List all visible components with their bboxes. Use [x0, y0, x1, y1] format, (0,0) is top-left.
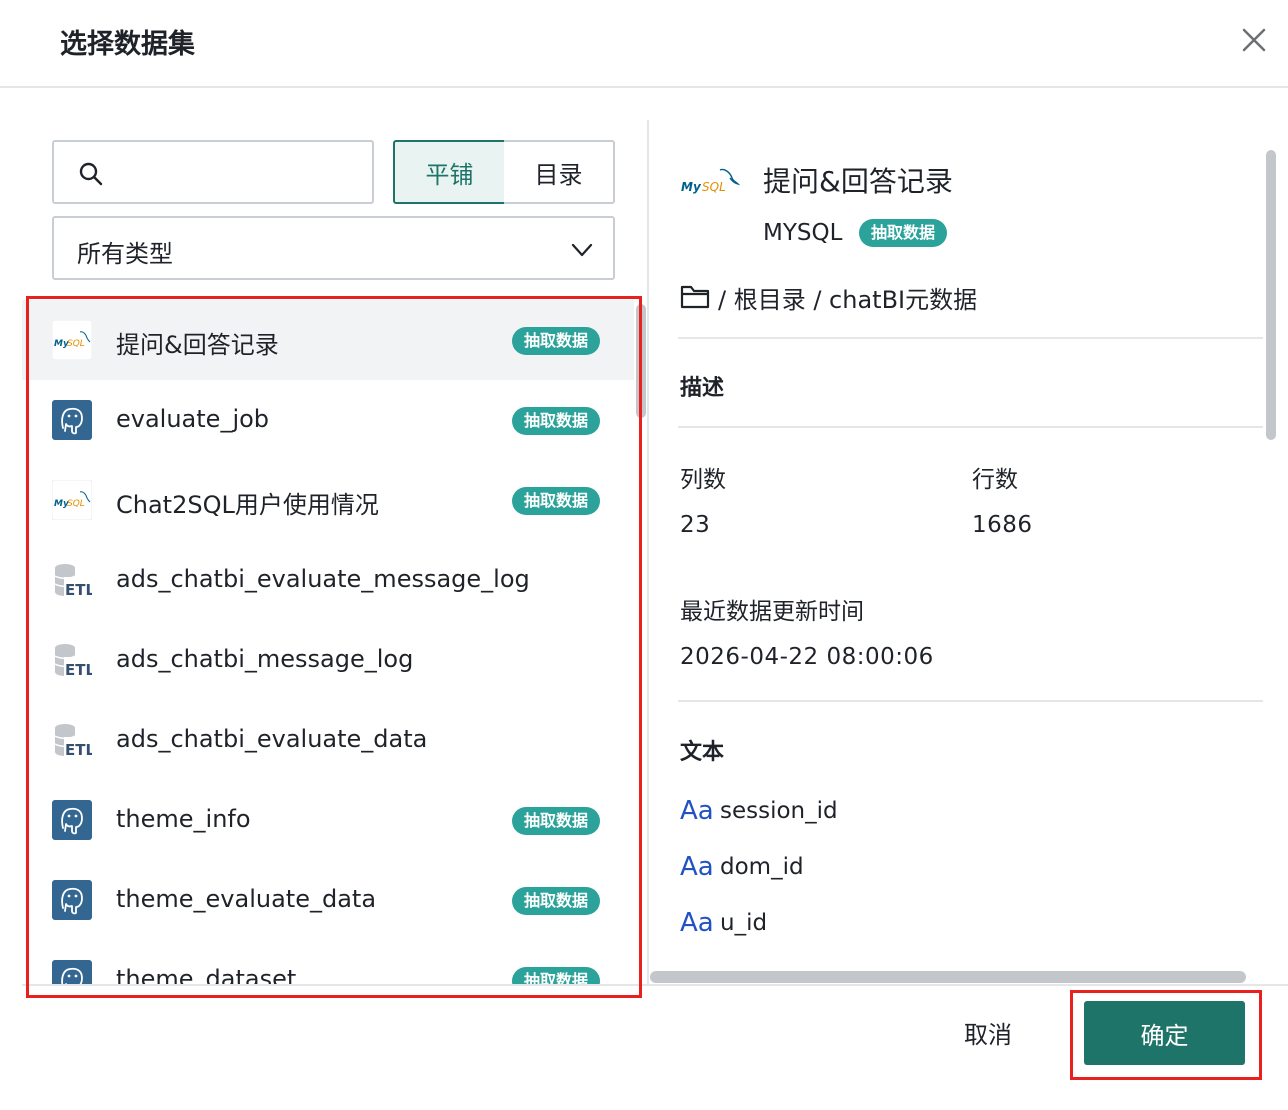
dataset-name: theme_info — [116, 805, 251, 833]
detail-path-breadcrumb: / 根目录 / chatBI元数据 — [718, 286, 978, 314]
pane-divider — [647, 120, 649, 986]
etl-icon: ETL — [52, 640, 95, 680]
dataset-list-item[interactable]: ETL ads_chatbi_message_log — [22, 620, 634, 700]
type-filter-value: 所有类型 — [77, 240, 173, 268]
dialog-title: 选择数据集 — [60, 29, 195, 60]
dataset-name: Chat2SQL用户使用情况 — [116, 491, 379, 519]
postgresql-icon — [52, 880, 92, 920]
chevron-down-icon — [571, 243, 593, 257]
dataset-name: ads_chatbi_evaluate_message_log — [116, 565, 530, 593]
detail-divider — [678, 426, 1263, 428]
dataset-name: ads_chatbi_evaluate_data — [116, 725, 428, 753]
detail-vertical-scrollbar[interactable] — [1266, 150, 1276, 440]
close-icon[interactable] — [1236, 22, 1272, 58]
svg-text:SQL: SQL — [67, 499, 85, 509]
dialog-header: 选择数据集 — [0, 0, 1288, 88]
text-type-icon: Aa — [680, 908, 714, 938]
svg-text:SQL: SQL — [702, 180, 726, 194]
footer-divider — [22, 984, 1288, 986]
dataset-list-item[interactable]: theme_info 抽取数据 — [22, 780, 634, 860]
detail-title: 提问&回答记录 — [763, 165, 953, 198]
rows-value: 1686 — [972, 512, 1033, 538]
columns-value: 23 — [680, 512, 711, 538]
dataset-list-item[interactable]: theme_evaluate_data 抽取数据 — [22, 860, 634, 940]
svg-text:SQL: SQL — [67, 339, 85, 349]
postgresql-icon — [52, 400, 92, 440]
extract-badge: 抽取数据 — [512, 887, 601, 915]
dataset-name: ads_chatbi_message_log — [116, 645, 414, 673]
search-icon — [79, 162, 103, 186]
folder-icon — [680, 285, 710, 309]
updated-label: 最近数据更新时间 — [680, 599, 864, 625]
dataset-list-item[interactable]: My SQL Chat2SQL用户使用情况 抽取数据 — [22, 460, 634, 540]
detail-divider — [678, 700, 1263, 702]
dataset-name: theme_evaluate_data — [116, 885, 377, 913]
extract-badge: 抽取数据 — [512, 327, 601, 355]
updated-value: 2026-04-22 08:00:06 — [680, 644, 934, 670]
svg-text:My: My — [681, 180, 702, 194]
description-title: 描述 — [680, 376, 725, 401]
detail-horizontal-scrollbar[interactable] — [650, 971, 1246, 983]
detail-source-type: MYSQL — [763, 220, 843, 246]
extract-badge: 抽取数据 — [512, 407, 601, 435]
rows-label: 行数 — [972, 467, 1018, 493]
dataset-list-item[interactable]: theme_dataset 抽取数据 — [22, 940, 634, 984]
field-name: session_id — [720, 798, 838, 824]
list-scrollbar[interactable] — [636, 304, 646, 418]
svg-text:ETL: ETL — [65, 581, 92, 599]
columns-label: 列数 — [680, 467, 726, 493]
dataset-list-item[interactable]: ETL ads_chatbi_evaluate_data — [22, 700, 634, 780]
dataset-name: evaluate_job — [116, 405, 270, 433]
dataset-list-item[interactable]: My SQL 提问&回答记录 抽取数据 — [22, 300, 634, 380]
view-toggle-tile[interactable]: 平铺 — [393, 140, 506, 204]
mysql-icon: My SQL — [51, 479, 93, 521]
extract-badge: 抽取数据 — [512, 807, 601, 835]
dataset-name: theme_dataset — [116, 965, 297, 984]
dataset-list-item[interactable]: evaluate_job 抽取数据 — [22, 380, 634, 460]
search-input[interactable] — [118, 150, 358, 194]
text-type-icon: Aa — [680, 852, 714, 882]
type-filter-select[interactable]: 所有类型 — [52, 216, 615, 280]
dataset-name: 提问&回答记录 — [116, 331, 279, 359]
confirm-button[interactable]: 确定 — [1084, 1001, 1245, 1065]
field-name: dom_id — [720, 854, 804, 880]
field-name: u_id — [720, 910, 768, 936]
extract-badge: 抽取数据 — [512, 487, 601, 515]
search-box[interactable] — [52, 140, 374, 204]
dataset-list-item[interactable]: ETL ads_chatbi_evaluate_message_log — [22, 540, 634, 620]
text-section-title: 文本 — [680, 740, 725, 765]
extract-badge: 抽取数据 — [512, 967, 601, 984]
etl-icon: ETL — [52, 560, 95, 600]
postgresql-icon — [52, 800, 92, 840]
mysql-icon: My SQL — [681, 168, 740, 194]
detail-divider — [678, 337, 1263, 339]
cancel-button[interactable]: 取消 — [940, 1010, 1036, 1054]
etl-icon: ETL — [52, 720, 95, 760]
text-type-icon: Aa — [680, 796, 714, 826]
postgresql-icon — [52, 960, 92, 984]
svg-text:ETL: ETL — [65, 741, 92, 759]
svg-text:ETL: ETL — [65, 661, 92, 679]
dataset-list[interactable]: My SQL 提问&回答记录 抽取数据 evaluate_job 抽取数据 My SQL Cha… — [22, 300, 640, 984]
view-toggle-directory[interactable]: 目录 — [504, 140, 615, 204]
mysql-icon: My SQL — [51, 319, 93, 361]
detail-extract-badge: 抽取数据 — [859, 219, 948, 247]
